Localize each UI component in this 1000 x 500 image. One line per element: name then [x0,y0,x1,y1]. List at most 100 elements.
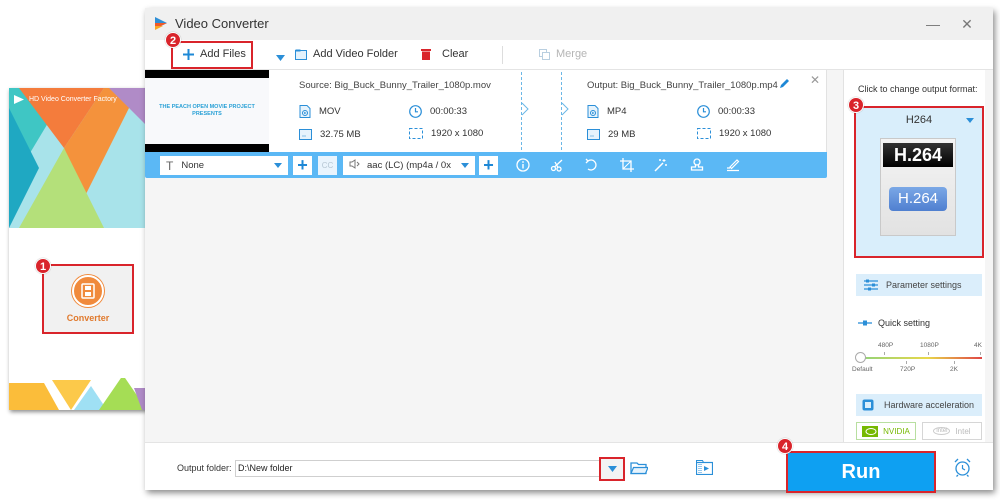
app-logo-icon [153,15,169,34]
folder-icon [295,49,307,60]
merge-icon [539,48,550,60]
output-duration: 00:00:33 [697,105,755,118]
output-folder-label: Output folder: [177,463,232,473]
resolution-icon [697,128,711,139]
video-converter-window: Video Converter — ✕ Add Files Add Video … [145,8,993,493]
subtitle-select[interactable]: T None [160,156,288,175]
bottom-bar: Output folder: D:\New folder Run [145,442,993,493]
step-3-badge: 3 [848,97,864,113]
parameter-settings-label: Parameter settings [886,280,962,290]
trash-icon [421,48,431,60]
tick-mark [928,352,929,355]
output-filename: Output: Big_Buck_Bunny_Trailer_1080p.mp4 [587,80,778,91]
output-format-value: MP4 [607,106,627,117]
source-size: 32.75 MB [299,128,361,140]
caret-down-icon [274,163,282,168]
step-2-highlight [171,41,253,69]
video-file-icon [587,105,599,118]
source-duration-value: 00:00:33 [430,106,467,117]
quick-setting-label: Quick setting [858,318,930,328]
chevron-right-icon [521,102,529,116]
rotate-icon[interactable] [583,157,599,173]
output-resolution-value: 1920 x 1080 [719,128,772,139]
effects-wand-icon[interactable] [653,157,669,173]
cc-subtitle-button[interactable]: CC [318,156,337,175]
launcher-window: HD Video Converter Factory Converter [9,88,149,410]
clear-label: Clear [442,48,469,60]
window-title: Video Converter [175,16,269,31]
audio-track-select[interactable]: aac (LC) (mp4a / 0x [343,156,475,175]
change-format-label: Click to change output format: [858,84,978,94]
quality-slider-track[interactable] [860,357,982,359]
add-video-folder-button[interactable]: Add Video Folder [295,48,398,60]
edit-sign-icon[interactable] [725,157,741,173]
chip-icon [862,399,874,411]
nvidia-label: NVIDIA [883,426,910,436]
tick-mark [906,361,907,364]
audio-track-value: aac (LC) (mp4a / 0x [367,160,451,171]
intel-button[interactable]: intel Intel [922,422,982,440]
quick-setting-icon [858,320,872,326]
tick-mark [954,361,955,364]
clear-button[interactable]: Clear [421,48,468,60]
folder-icon [299,128,312,140]
nvidia-button[interactable]: NVIDIA [856,422,916,440]
scissors-icon[interactable] [549,157,565,173]
source-filename: Source: Big_Buck_Bunny_Trailer_1080p.mov [299,80,491,91]
source-size-value: 32.75 MB [320,128,361,140]
text-t-icon: T [166,158,174,173]
info-icon[interactable] [515,157,531,173]
add-video-folder-label: Add Video Folder [313,48,398,60]
output-settings-panel: Click to change output format: H264 H.26… [843,70,985,442]
speaker-icon [349,159,361,172]
add-audio-button[interactable]: + [479,156,498,175]
watermark-stamp-icon[interactable] [689,157,705,173]
video-file-icon [299,105,311,118]
output-duration-value: 00:00:33 [718,106,755,117]
launcher-footer-art [9,378,149,410]
tick-mark [980,352,981,355]
launcher-title: HD Video Converter Factory [29,96,117,103]
thumbnail-text: THE PEACH OPEN MOVIE PROJECT PRESENTS [145,78,269,144]
title-bar: Video Converter — ✕ [145,8,993,40]
source-resolution-value: 1920 x 1080 [431,128,484,139]
pencil-icon[interactable] [779,78,790,92]
merge-button[interactable]: Merge [539,48,587,60]
output-size-value: 29 MB [608,128,636,140]
output-format: MP4 [587,105,627,118]
file-list-item[interactable]: THE PEACH OPEN MOVIE PROJECT PRESENTS So… [145,70,827,152]
intel-logo-icon: intel [933,427,951,435]
toolbar: Add Files Add Video Folder Clear Merge [145,40,993,70]
video-thumbnail[interactable]: THE PEACH OPEN MOVIE PROJECT PRESENTS [145,70,269,152]
intel-label: Intel [955,426,971,436]
clock-icon [409,105,422,118]
hardware-acceleration-toggle[interactable]: Hardware acceleration [856,394,982,416]
toolbar-divider [502,46,503,64]
app-logo-icon [14,95,24,104]
caret-down-icon [461,163,469,168]
video-folder-preview-icon[interactable] [695,460,714,478]
output-folder-input[interactable]: D:\New folder [235,460,623,477]
tick-480p: 480P [878,342,894,349]
hardware-acceleration-label: Hardware acceleration [884,400,975,410]
alarm-clock-icon[interactable] [953,458,972,480]
edit-toolbar: T None + CC aac (LC) (mp4a / 0x + [145,152,827,178]
close-window-button[interactable]: ✕ [957,14,977,34]
add-files-dropdown[interactable] [276,52,285,64]
quality-slider-knob[interactable] [855,352,866,363]
parameter-settings-button[interactable]: Parameter settings [856,274,982,296]
open-folder-icon[interactable] [630,461,649,478]
caret-down-icon [276,52,285,64]
add-subtitle-button[interactable]: + [293,156,312,175]
crop-icon[interactable] [619,157,635,173]
minimize-button[interactable]: — [923,14,943,34]
tick-mark [884,352,885,355]
step-1-badge: 1 [35,258,51,274]
step-3-highlight [854,106,984,258]
tick-4k: 4K [974,342,982,349]
subtitle-value: None [181,160,205,171]
sliders-icon [864,279,878,291]
folder-icon [587,128,600,140]
step-4-badge: 4 [777,438,793,454]
remove-file-button[interactable]: ✕ [810,73,820,87]
